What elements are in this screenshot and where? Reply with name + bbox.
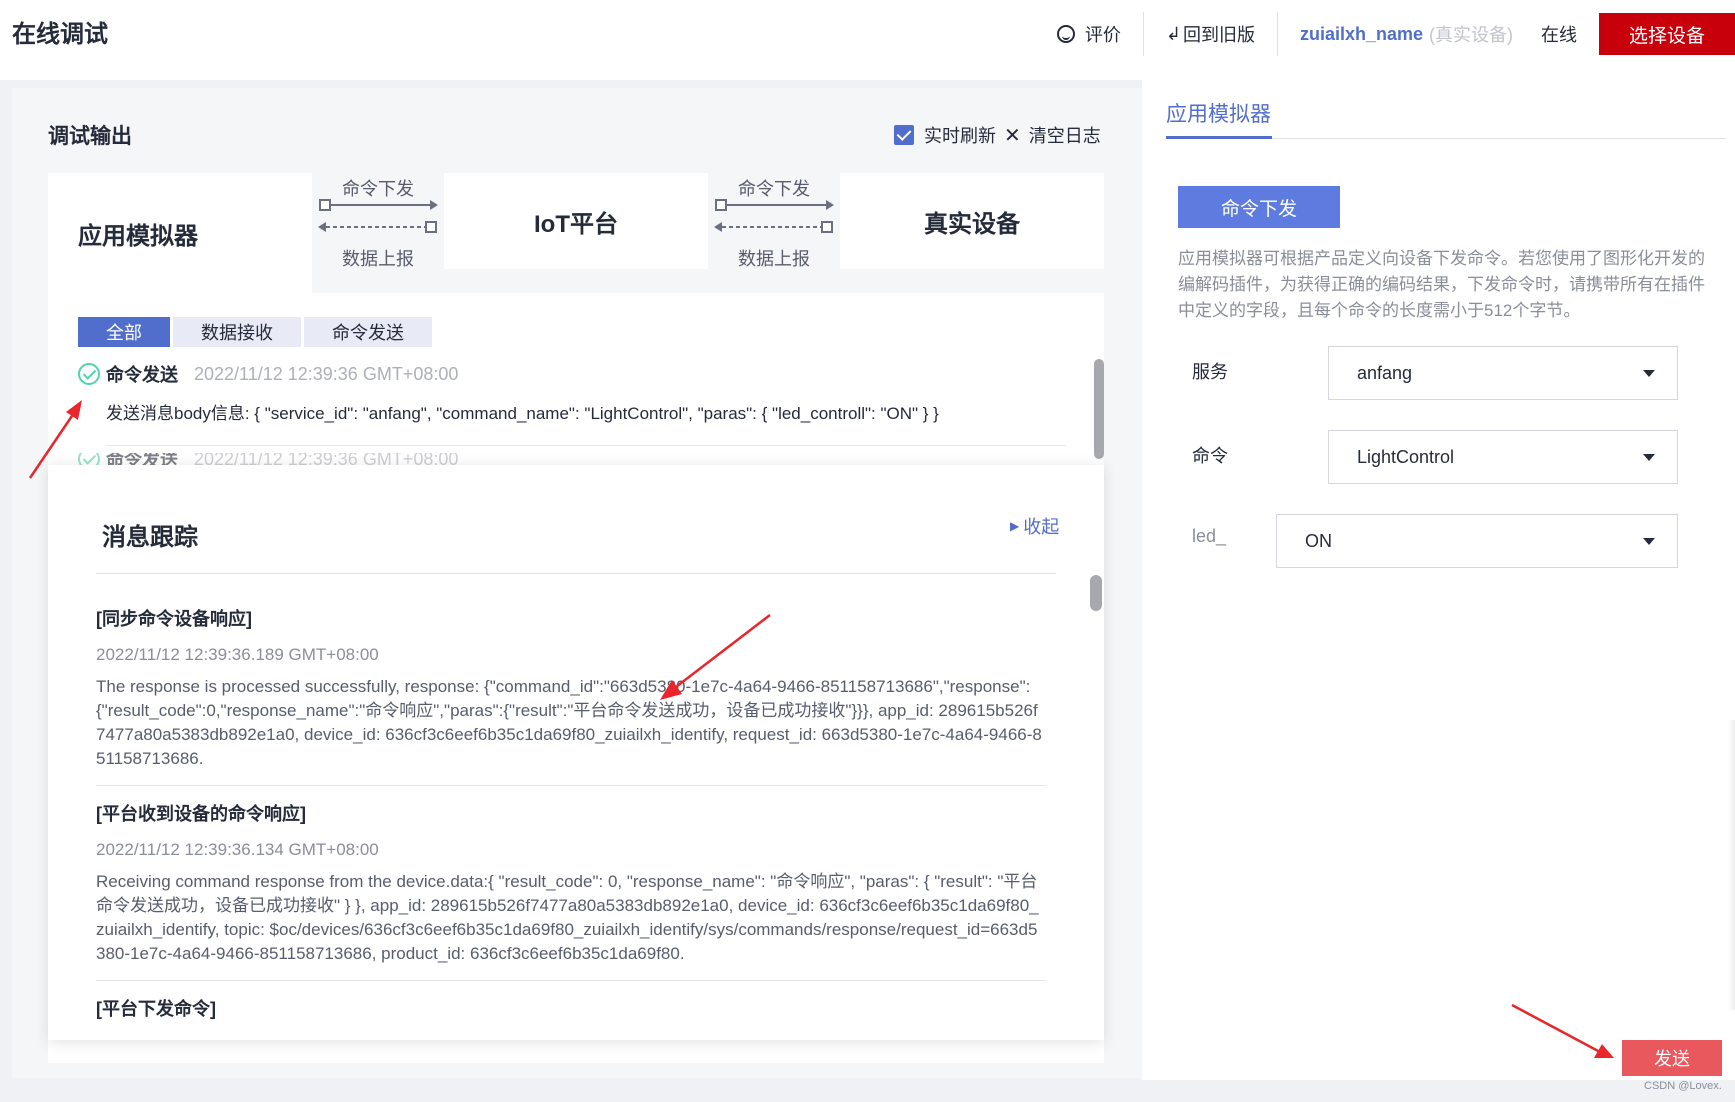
close-icon[interactable]: ✕ [1004,123,1021,148]
simulator-panel: 应用模拟器 命令下发 应用模拟器可根据产品定义向设备下发命令。若您使用了图形化开… [1142,80,1735,1080]
trace-scrollbar[interactable] [1090,575,1102,611]
realtime-refresh-checkbox[interactable] [894,125,914,145]
select-device-button[interactable]: 选择设备 [1599,13,1735,55]
log-type: 命令发送 [106,365,178,385]
log-scrollbar[interactable] [1094,359,1104,459]
page-title: 在线调试 [12,21,108,48]
back-label: 回到旧版 [1182,25,1255,45]
device-info: zuiailxh_name (真实设备) [1278,12,1535,56]
flow-link-iot-device: 命令下发 数据上报 [708,173,840,269]
log-entry[interactable]: 命令发送 2022/11/12 12:39:36 GMT+08:00 [78,453,458,465]
back-old-version-button[interactable]: ↲ 回到旧版 [1144,12,1277,56]
trace-item-title: [同步命令设备响应] [96,609,252,629]
device-name: zuiailxh_name [1299,23,1423,44]
trace-item: [同步命令设备响应] 2022/11/12 12:39:36.189 GMT+0… [96,605,1046,786]
clear-log-button[interactable]: 清空日志 [1029,122,1101,148]
check-circle-icon [78,453,100,465]
panel-edge-shadow [1727,720,1735,1010]
message-trace-title: 消息跟踪 [102,524,198,551]
flow-up-label: 数据上报 [342,249,414,269]
service-label: 服务 [1192,362,1228,382]
caret-down-icon [1643,538,1655,545]
rate-button[interactable]: 评价 [1035,12,1143,56]
device-status: 在线 [1541,25,1577,45]
service-select[interactable]: anfang [1328,346,1678,400]
simulator-description: 应用模拟器可根据产品定义向设备下发命令。若您使用了图形化开发的编解码插件，为获得… [1178,249,1705,320]
collapse-label: 收起 [1023,517,1060,537]
led-label: led_ [1192,526,1227,546]
trace-item-time: 2022/11/12 12:39:36.134 GMT+08:00 [96,840,379,859]
filter-tab-command-sent[interactable]: 命令发送 [304,317,432,347]
command-value: LightControl [1357,446,1455,467]
command-send-tab-button[interactable]: 命令下发 [1178,186,1340,228]
command-select[interactable]: LightControl [1328,430,1678,484]
trace-item-text: Receiving command response from the devi… [96,872,1039,963]
flow-iot-platform: IoT平台 [444,173,708,269]
trace-item-title: [平台收到设备的命令响应] [96,804,306,824]
log-body: 发送消息body信息: { "service_id": "anfang", "c… [106,404,939,423]
flow-diagram: 应用模拟器 命令下发 数据上报 IoT平台 命令下发 数据上报 真实设备 [48,173,1104,293]
back-icon: ↲ [1165,23,1181,44]
caret-right-icon: ▶ [1010,519,1020,533]
trace-item-title: [平台下发命令] [96,999,216,1019]
log-entry[interactable]: 命令发送 2022/11/12 12:39:36 GMT+08:00 发送消息b… [78,361,1068,424]
trace-item: [平台收到设备的命令响应] 2022/11/12 12:39:36.134 GM… [96,800,1046,981]
top-bar: 在线调试 评价 ↲ 回到旧版 zuiailxh_name (真实设备) 在线 选… [0,0,1735,80]
check-circle-icon [78,363,100,385]
tab-app-simulator[interactable]: 应用模拟器 [1166,98,1271,128]
top-actions: 评价 ↲ 回到旧版 zuiailxh_name (真实设备) 在线 选择设备 [1035,12,1735,56]
command-label: 命令 [1192,446,1228,466]
debug-output-title: 调试输出 [48,125,132,148]
flow-app-simulator: 应用模拟器 [48,173,312,293]
send-button[interactable]: 发送 [1622,1040,1722,1076]
tab-active-indicator [1166,136,1272,139]
caret-down-icon [1643,454,1655,461]
flow-up-label: 数据上报 [738,249,810,269]
trace-item: [平台下发命令] [96,995,1046,1049]
caret-down-icon [1643,370,1655,377]
trace-divider [96,573,1056,574]
log-type: 命令发送 [106,453,178,465]
log-time: 2022/11/12 12:39:36 GMT+08:00 [194,453,459,465]
log-time: 2022/11/12 12:39:36 GMT+08:00 [194,363,459,384]
led-row: led_ ON [1192,514,1692,570]
smile-icon [1056,25,1075,43]
realtime-refresh-label: 实时刷新 [924,126,996,146]
trace-item-text: The response is processed successfully, … [96,677,1042,768]
log-filter-tabs: 全部 数据接收 命令发送 [78,317,435,347]
realtime-controls: 实时刷新 ✕ 清空日志 [894,122,1101,148]
trace-item-time: 2022/11/12 12:39:36.189 GMT+08:00 [96,645,379,664]
message-trace-panel: 消息跟踪 ▶ 收起 [同步命令设备响应] 2022/11/12 12:39:36… [48,465,1104,1040]
log-entry-header: 命令发送 2022/11/12 12:39:36 GMT+08:00 [78,361,1068,387]
rate-label: 评价 [1084,25,1121,45]
led-value: ON [1305,530,1332,551]
log-divider [106,445,1066,446]
service-row: 服务 anfang [1192,346,1692,402]
collapse-button[interactable]: ▶ 收起 [1010,513,1059,539]
flow-arrows [714,199,834,233]
led-select[interactable]: ON [1276,514,1678,568]
flow-arrows [318,199,438,233]
command-row: 命令 LightControl [1192,430,1692,486]
flow-link-app-iot: 命令下发 数据上报 [312,173,444,269]
filter-tab-data-received[interactable]: 数据接收 [173,317,301,347]
device-tag: (真实设备) [1429,25,1513,45]
filter-tab-all[interactable]: 全部 [78,317,170,347]
trace-list: [同步命令设备响应] 2022/11/12 12:39:36.189 GMT+0… [96,605,1046,1063]
watermark: CSDN @Lovex. [1644,1080,1722,1092]
flow-real-device: 真实设备 [840,173,1104,269]
service-value: anfang [1357,362,1413,383]
